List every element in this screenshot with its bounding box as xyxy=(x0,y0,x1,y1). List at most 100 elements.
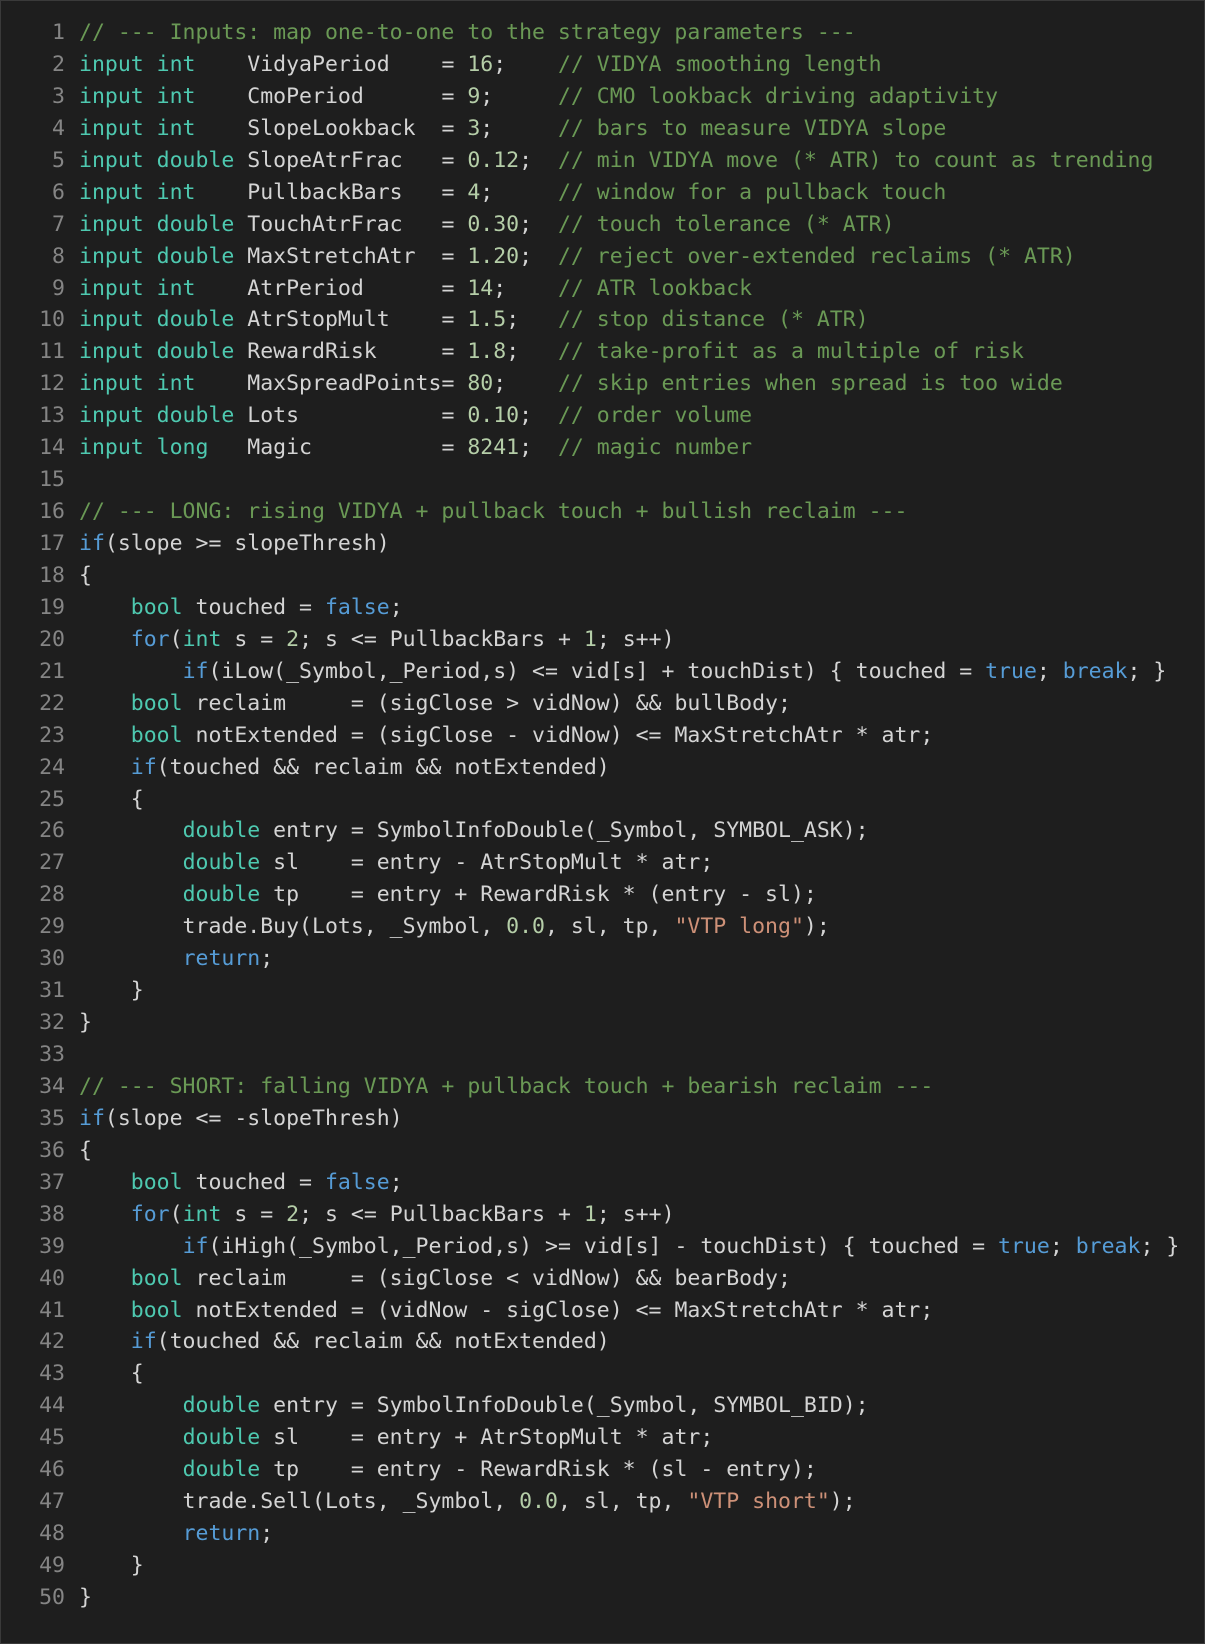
code-line[interactable]: 10 input double AtrStopMult = 1.5; // sto… xyxy=(1,304,1204,336)
comment-token: // magic number xyxy=(557,435,753,461)
number-token: 2 xyxy=(286,626,300,652)
line-number: 39 xyxy=(39,1233,65,1259)
code-token: MaxSpreadPoints= xyxy=(195,371,468,397)
code-line[interactable]: 17 if(slope >= slopeThresh) xyxy=(1,528,1204,560)
code-line[interactable]: 46 double tp = entry - RewardRisk * (sl … xyxy=(1,1454,1204,1486)
number-token: 8241 xyxy=(467,435,520,461)
code-line[interactable]: 33 xyxy=(1,1039,1204,1071)
code-line[interactable]: 1 // --- Inputs: map one-to-one to the st… xyxy=(1,17,1204,49)
code-token: , sl, tp, xyxy=(545,914,675,940)
code-line[interactable]: 7 input double TouchAtrFrac = 0.30; // to… xyxy=(1,209,1204,241)
type-token: double xyxy=(182,1393,261,1419)
code-line[interactable]: 16 // --- LONG: rising VIDYA + pullback t… xyxy=(1,496,1204,528)
code-line[interactable]: 43 { xyxy=(1,1358,1204,1390)
code-line[interactable]: 36 { xyxy=(1,1135,1204,1167)
line-number: 17 xyxy=(39,531,65,556)
code-line[interactable]: 8 input double MaxStretchAtr = 1.20; // r… xyxy=(1,241,1204,273)
code-line[interactable]: 45 double sl = entry + AtrStopMult * atr… xyxy=(1,1422,1204,1454)
line-number: 28 xyxy=(39,882,65,908)
line-number: 23 xyxy=(39,722,65,748)
line-number: 15 xyxy=(39,467,65,493)
code-token: Lots = xyxy=(234,403,468,429)
code-line[interactable]: 26 double entry = SymbolInfoDouble(_Symb… xyxy=(1,815,1204,847)
code-line[interactable]: 28 double tp = entry + RewardRisk * (ent… xyxy=(1,879,1204,911)
code-line[interactable]: 24 if(touched && reclaim && notExtended) xyxy=(1,752,1204,784)
number-token: 14 xyxy=(467,275,494,301)
code-line[interactable]: 3 input int CmoPeriod = 9; // CMO lookbac… xyxy=(1,81,1204,113)
code-token: ( xyxy=(169,1201,183,1227)
comment-token: // VIDYA smoothing length xyxy=(557,51,882,77)
number-token: 80 xyxy=(467,371,494,397)
code-editor[interactable]: 1 // --- Inputs: map one-to-one to the st… xyxy=(0,0,1205,1644)
code-token: (slope <= -slopeThresh) xyxy=(104,1105,403,1131)
keyword-token: return xyxy=(182,1521,261,1547)
line-number: 8 xyxy=(52,243,65,269)
line-number: 32 xyxy=(39,1010,65,1036)
code-line[interactable]: 18 { xyxy=(1,560,1204,592)
code-line[interactable]: 50} xyxy=(1,1582,1204,1614)
code-token: TouchAtrFrac = xyxy=(234,211,468,237)
code-line[interactable]: 9 input int AtrPeriod = 14; // ATR lookba… xyxy=(1,273,1204,305)
code-token: { xyxy=(79,1361,144,1387)
code-line[interactable]: 5 input double SlopeAtrFrac = 0.12; // mi… xyxy=(1,145,1204,177)
code-token: (slope >= slopeThresh) xyxy=(104,531,390,556)
code-line[interactable]: 12 input int MaxSpreadPoints= 80; // skip… xyxy=(1,368,1204,400)
code-line[interactable]: 42 if(touched && reclaim && notExtended) xyxy=(1,1326,1204,1358)
code-line[interactable]: 4 input int SlopeLookback = 3; // bars to… xyxy=(1,113,1204,145)
line-number: 41 xyxy=(39,1297,65,1323)
code-line[interactable]: 11 input double RewardRisk = 1.8; // take… xyxy=(1,336,1204,368)
code-line[interactable]: 22 bool reclaim = (sigClose > vidNow) &&… xyxy=(1,688,1204,720)
code-line[interactable]: 39 if(iHigh(_Symbol,_Period,s) >= vid[s]… xyxy=(1,1231,1204,1263)
code-line[interactable]: 2 input int VidyaPeriod = 16; // VIDYA sm… xyxy=(1,49,1204,81)
keyword-token: if xyxy=(130,754,157,780)
type-token: int xyxy=(182,1201,222,1227)
code-line[interactable]: 14 input long Magic = 8241; // magic numb… xyxy=(1,432,1204,464)
code-line[interactable]: 34 // --- SHORT: falling VIDYA + pullback… xyxy=(1,1071,1204,1103)
code-line[interactable]: 6 input int PullbackBars = 4; // window f… xyxy=(1,177,1204,209)
code-line[interactable]: 37 bool touched = false; xyxy=(1,1167,1204,1199)
code-line[interactable]: 20 for(int s = 2; s <= PullbackBars + 1;… xyxy=(1,624,1204,656)
code-token: ; xyxy=(519,211,558,237)
code-line[interactable]: 21 if(iLow(_Symbol,_Period,s) <= vid[s] … xyxy=(1,656,1204,688)
code-line[interactable]: 30 return; xyxy=(1,943,1204,975)
code-line[interactable]: 49 } xyxy=(1,1550,1204,1582)
keyword-token: break xyxy=(1062,658,1128,684)
line-number: 22 xyxy=(39,690,65,716)
line-number: 45 xyxy=(39,1425,65,1451)
line-number: 37 xyxy=(39,1169,65,1195)
code-line[interactable]: 29 trade.Buy(Lots, _Symbol, 0.0, sl, tp,… xyxy=(1,911,1204,943)
code-token: ); xyxy=(803,914,830,940)
code-line[interactable]: 44 double entry = SymbolInfoDouble(_Symb… xyxy=(1,1390,1204,1422)
line-number: 40 xyxy=(39,1265,65,1291)
code-line[interactable]: 41 bool notExtended = (vidNow - sigClose… xyxy=(1,1295,1204,1327)
line-number: 1 xyxy=(52,20,65,45)
line-number: 10 xyxy=(39,307,65,333)
line-number: 24 xyxy=(39,754,65,780)
code-token: entry = SymbolInfoDouble(_Symbol, SYMBOL… xyxy=(260,818,869,844)
code-line[interactable]: 13 input double Lots = 0.10; // order vol… xyxy=(1,400,1204,432)
code-line[interactable]: 47 trade.Sell(Lots, _Symbol, 0.0, sl, tp… xyxy=(1,1486,1204,1518)
code-token: ; } xyxy=(1127,658,1167,684)
code-line[interactable]: 38 for(int s = 2; s <= PullbackBars + 1;… xyxy=(1,1199,1204,1231)
code-line[interactable]: 31 } xyxy=(1,975,1204,1007)
code-token: ; s <= PullbackBars + xyxy=(299,626,584,652)
code-token: entry = SymbolInfoDouble(_Symbol, SYMBOL… xyxy=(260,1393,869,1419)
code-line[interactable]: 40 bool reclaim = (sigClose < vidNow) &&… xyxy=(1,1263,1204,1295)
code-line[interactable]: 23 bool notExtended = (sigClose - vidNow… xyxy=(1,720,1204,752)
code-line[interactable]: 19 bool touched = false; xyxy=(1,592,1204,624)
line-number: 49 xyxy=(39,1553,65,1578)
code-line[interactable]: 35 if(slope <= -slopeThresh) xyxy=(1,1103,1204,1135)
code-line[interactable]: 15 xyxy=(1,464,1204,496)
code-line[interactable]: 32} xyxy=(1,1007,1204,1039)
line-number: 35 xyxy=(39,1105,65,1131)
keyword-token: if xyxy=(182,1233,209,1259)
code-line[interactable]: 27 double sl = entry - AtrStopMult * atr… xyxy=(1,847,1204,879)
line-number: 46 xyxy=(39,1457,65,1483)
code-line[interactable]: 48 return; xyxy=(1,1518,1204,1550)
code-token: { xyxy=(79,786,144,812)
code-line[interactable]: 25 { xyxy=(1,784,1204,816)
